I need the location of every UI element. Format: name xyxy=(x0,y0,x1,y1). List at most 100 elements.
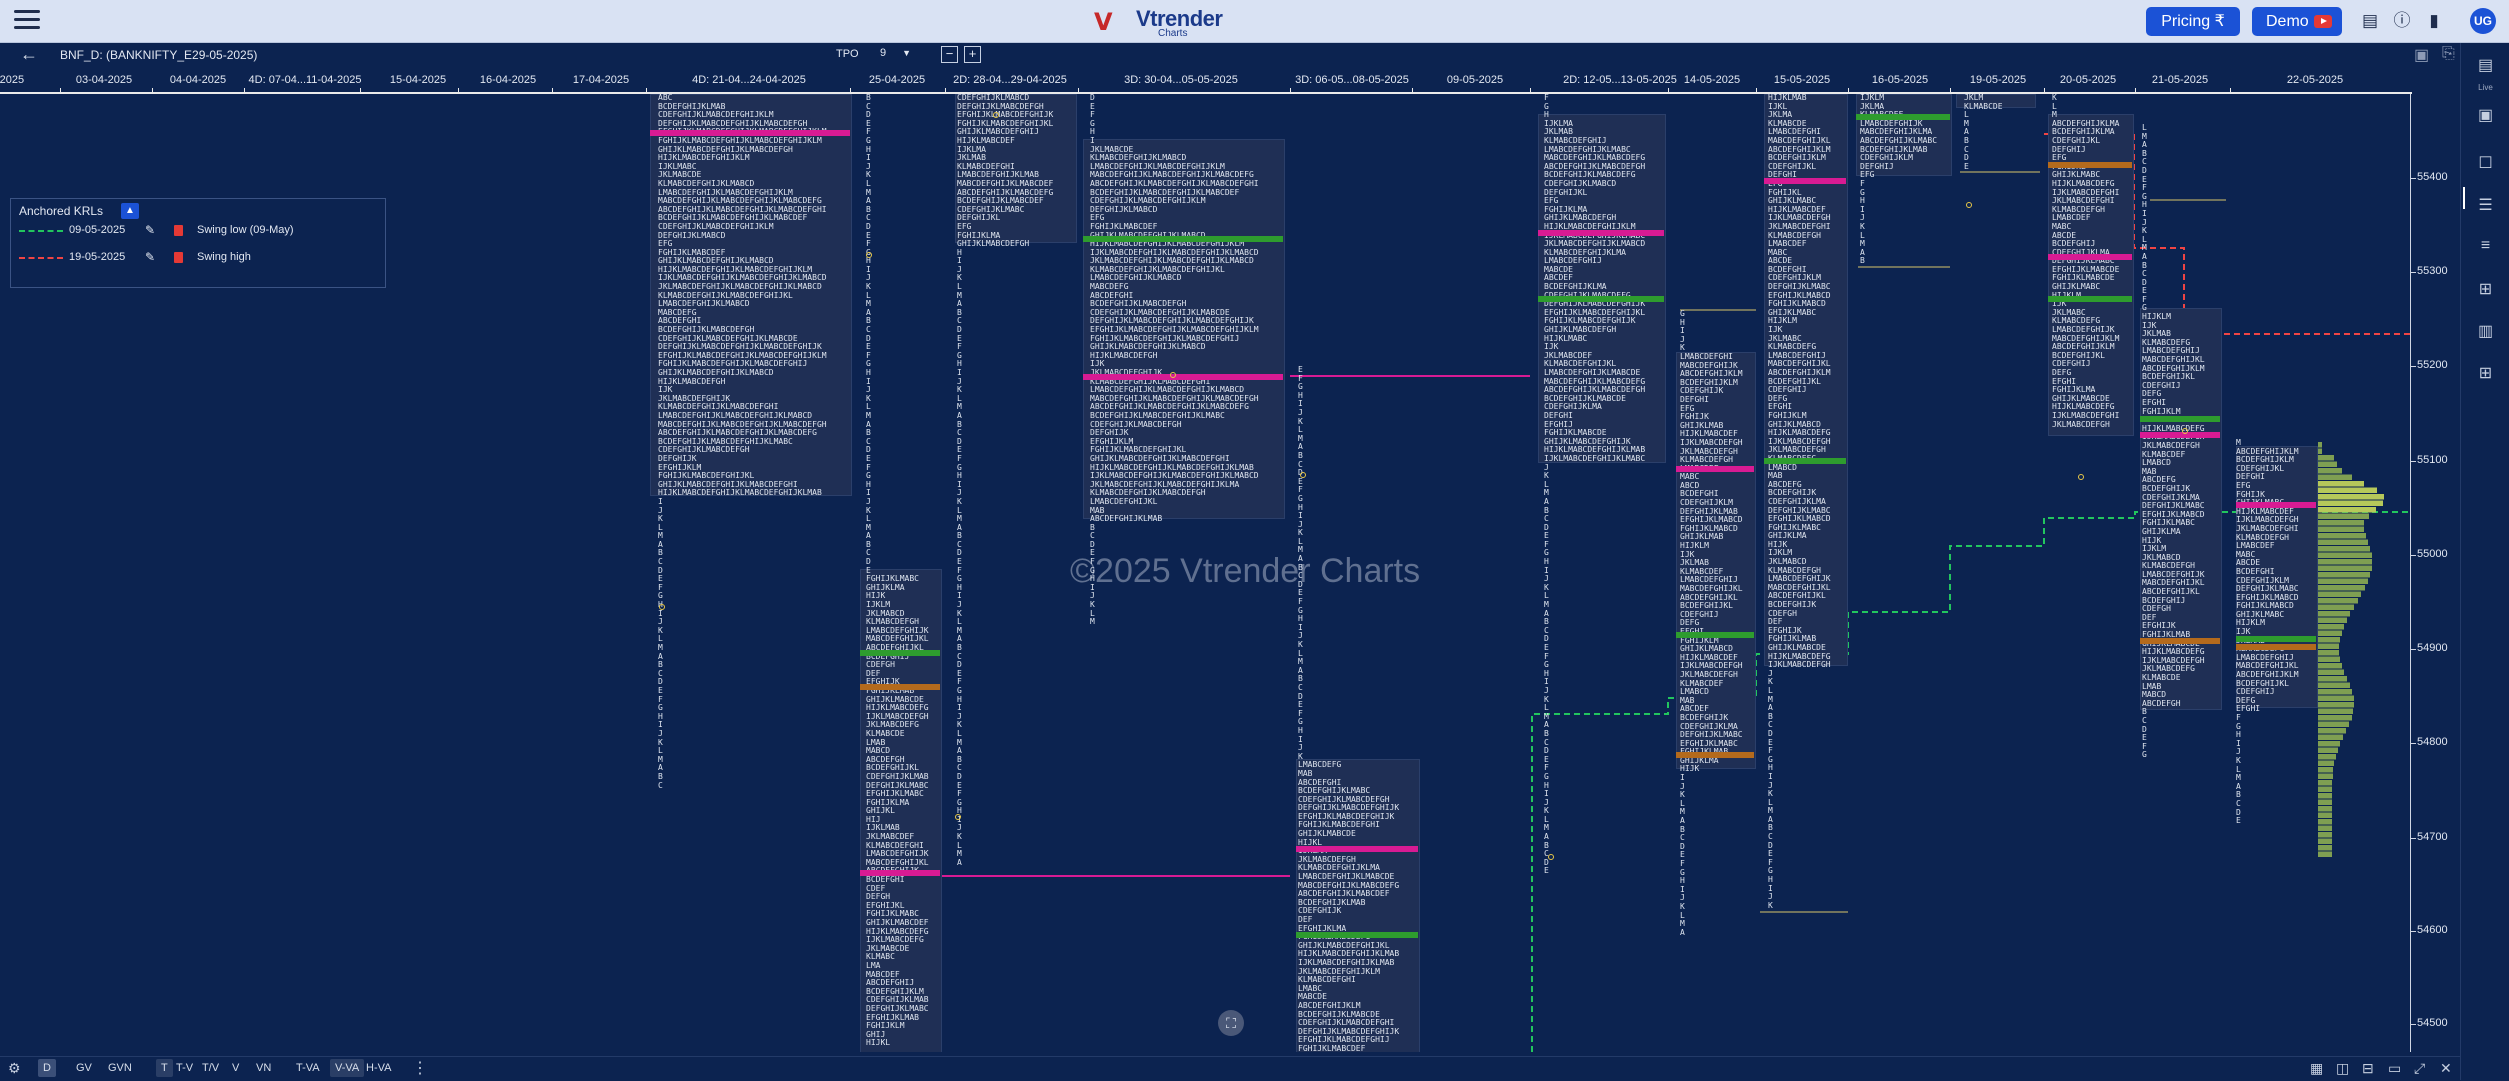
krl-name: Swing low (09-May) xyxy=(197,224,294,236)
zoom-out-button[interactable]: − xyxy=(941,46,958,63)
volume-bar xyxy=(2318,721,2349,727)
poc-bar xyxy=(1083,374,1283,380)
edit-icon[interactable]: ✎ xyxy=(145,250,155,264)
volume-bar xyxy=(2318,598,2358,604)
layout-icon[interactable]: ▭ xyxy=(2388,1060,2401,1077)
tpo-chart-area[interactable]: Anchored KRLs ▲ 09-05-2025 ✎ Swing low (… xyxy=(0,94,2412,1052)
single-print-marker-icon xyxy=(2182,428,2188,434)
view-mode-d[interactable]: D xyxy=(38,1059,56,1077)
pricing-button[interactable]: Pricing ₹ xyxy=(2146,7,2240,36)
volume-bar xyxy=(2318,825,2332,831)
volume-bar xyxy=(2318,819,2332,825)
volume-bar xyxy=(2318,806,2332,812)
tpo-letters: M ABCDEFGHIJKLM BCDEFGHIJKLM CDEFGHIJKL … xyxy=(2236,438,2299,826)
view-mode-t-v[interactable]: T-V xyxy=(176,1062,193,1074)
chart-settings-icon[interactable]: ⊟ xyxy=(2362,1060,2374,1077)
bottom-bar: ⚙ ⋮ ▦ ◫ ⊟ ▭ ⤢ ✕ D GV GVN T T-V T/V V VN T-VA V-VA… xyxy=(0,1056,2460,1081)
view-mode-t-va[interactable]: T-VA xyxy=(296,1062,320,1074)
value-area-bar xyxy=(1764,458,1846,464)
tpo-letters: B C D E F G H I J K L M A B C D E F G H … xyxy=(866,94,929,1048)
date-label: 15-04-2025 xyxy=(389,74,447,86)
lines-icon[interactable]: ≡ xyxy=(2461,237,2509,255)
apps-icon[interactable]: ⊞ xyxy=(2461,363,2509,383)
view-mode-t[interactable]: T xyxy=(156,1059,173,1077)
volume-bar xyxy=(2318,585,2365,591)
view-mode-t-v[interactable]: T/V xyxy=(202,1062,219,1074)
share-icon[interactable]: ⎘ xyxy=(2442,45,2455,63)
info-icon[interactable]: ⓘ xyxy=(2392,11,2412,31)
save-icon[interactable]: ▣ xyxy=(2461,105,2509,125)
fullscreen-icon[interactable]: ⛶ xyxy=(1218,1010,1244,1036)
krl-panel-title: Anchored KRLs xyxy=(19,204,104,218)
value-area-bar xyxy=(2140,416,2220,422)
tpo-letters: E F G H I J K L M A B C D E F G H I J K … xyxy=(1298,365,1400,1052)
volume-bar xyxy=(2318,702,2354,708)
tpo-size-select[interactable]: 9 ▼ xyxy=(880,47,911,59)
grid-icon[interactable]: ⊞ xyxy=(2461,279,2509,299)
notebook-icon[interactable]: ▤ xyxy=(2461,55,2509,75)
expand-icon[interactable]: ⤢ xyxy=(2414,1060,2425,1077)
price-tick xyxy=(2411,1024,2416,1025)
value-area-bar xyxy=(1538,296,1664,302)
value-area-bar xyxy=(2236,636,2316,642)
single-print-marker-icon xyxy=(1170,372,1176,378)
zoom-in-button[interactable]: + xyxy=(964,46,981,63)
volume-bar xyxy=(2318,682,2350,688)
logo-sub: Charts xyxy=(1158,28,1188,39)
view-mode-v[interactable]: V xyxy=(232,1062,239,1074)
settings-icon[interactable]: ⚙ xyxy=(8,1060,21,1077)
save-icon[interactable]: ▣ xyxy=(2414,45,2429,65)
volume-bar xyxy=(2318,767,2333,773)
value-area-bar xyxy=(1296,932,1418,938)
value-area-bar xyxy=(1676,632,1754,638)
delete-icon[interactable] xyxy=(174,225,183,236)
poc-bar xyxy=(2048,254,2132,260)
chevron-up-icon[interactable]: ▲ xyxy=(121,203,139,219)
document-icon[interactable]: ▤ xyxy=(2360,11,2380,31)
date-label: 17-04-2025 xyxy=(572,74,630,86)
date-label: 16-05-2025 xyxy=(1871,74,1929,86)
view-mode-vn[interactable]: VN xyxy=(256,1062,271,1074)
price-tick xyxy=(2411,649,2416,650)
more-icon[interactable]: ⋮ xyxy=(412,1058,428,1078)
price-axis: 55400 55300 55200 55100 55000 54900 54800 54700… xyxy=(2410,94,2461,1052)
date-label: 09-05-2025 xyxy=(1446,74,1504,86)
date-label: 20-05-2025 xyxy=(2059,74,2117,86)
tpo-letters: JKLM KLMABCDE L M A B C D E xyxy=(1964,94,2003,171)
volume-bar xyxy=(2318,448,2322,454)
volume-bar xyxy=(2318,637,2340,643)
hamburger-icon[interactable] xyxy=(14,10,40,30)
single-print-marker-icon xyxy=(993,112,999,118)
edit-icon[interactable]: ✎ xyxy=(145,223,155,237)
chart-line-icon[interactable]: ◫ xyxy=(2336,1060,2349,1077)
price-label: 55000 xyxy=(2417,548,2448,560)
view-mode-gv[interactable]: GV xyxy=(76,1062,92,1074)
date-label: 2D: 12-05...13-05-2025 xyxy=(1563,74,1677,86)
columns-icon[interactable]: ▥ xyxy=(2461,321,2509,341)
volume-profile xyxy=(2318,442,2384,857)
tpo-letters: HIJKLMAB IJKL JKLMA KLMABCDE LMABCDEFGHI… xyxy=(1768,94,1831,910)
list-icon[interactable]: ☰ xyxy=(2461,195,2509,215)
volume-bar xyxy=(2318,468,2342,474)
grid-view-icon[interactable]: ▦ xyxy=(2310,1060,2323,1077)
volume-bar xyxy=(2318,760,2334,766)
view-mode-gvn[interactable]: GVN xyxy=(108,1062,132,1074)
demo-button[interactable]: Demo xyxy=(2252,7,2342,36)
price-tick xyxy=(2411,555,2416,556)
delete-icon[interactable] xyxy=(174,252,183,263)
view-mode-h-va[interactable]: H-VA xyxy=(366,1062,391,1074)
bookmark-icon[interactable]: ▮ xyxy=(2424,11,2444,31)
date-axis: -2025 03-04-2025 04-04-2025 4D: 07-04...11-… xyxy=(0,74,2420,90)
avatar[interactable]: UG xyxy=(2470,8,2496,34)
logo[interactable]: V Vtrender Charts xyxy=(1094,4,1223,39)
close-icon[interactable]: ✕ xyxy=(2440,1060,2452,1077)
volume-bar xyxy=(2318,734,2343,740)
view-mode-v-va[interactable]: V-VA xyxy=(330,1059,365,1077)
single-print-marker-icon xyxy=(2078,474,2084,480)
back-arrow-icon[interactable]: ← xyxy=(20,44,38,65)
value-area-bar xyxy=(860,650,940,656)
volume-bar xyxy=(2318,546,2370,552)
demo-label: Demo xyxy=(2266,13,2309,30)
window-icon[interactable]: ☐ xyxy=(2461,153,2509,173)
volume-bar xyxy=(2318,520,2364,526)
